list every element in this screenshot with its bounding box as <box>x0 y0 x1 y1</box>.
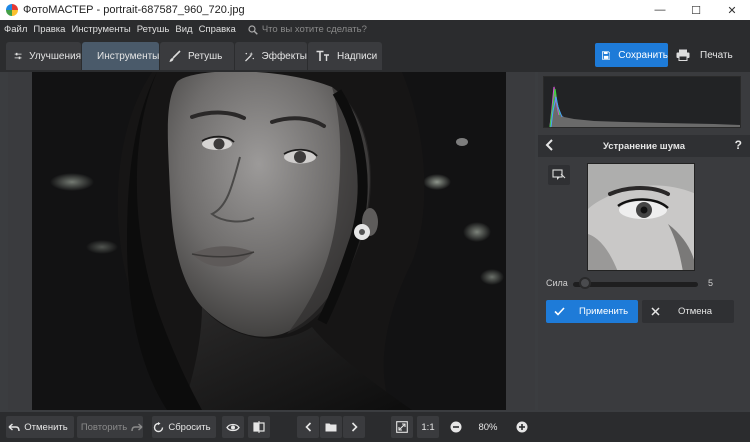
window-title: ФотоМАСТЕР - portrait-687587_960_720.jpg <box>23 4 245 16</box>
menu-edit[interactable]: Правка <box>33 24 65 35</box>
zoom-out-button[interactable] <box>445 416 467 438</box>
floppy-disk-icon <box>602 50 611 60</box>
noise-preview <box>587 163 695 271</box>
printer-icon <box>676 49 690 61</box>
histogram <box>543 76 741 128</box>
eye-icon <box>226 423 240 431</box>
tab-effects[interactable]: Эффекты <box>235 42 307 70</box>
preview-image <box>588 164 694 270</box>
split-view-icon <box>253 421 265 433</box>
chevron-right-icon <box>351 422 358 432</box>
brush-icon <box>169 49 181 62</box>
magic-wand-icon <box>245 51 255 61</box>
chevron-left-icon <box>304 422 311 432</box>
checkmark-icon <box>554 307 565 316</box>
print-button[interactable]: Печать <box>672 43 744 67</box>
redo-button[interactable]: Повторить <box>77 416 143 438</box>
tab-retouch[interactable]: Ретушь <box>160 42 234 70</box>
maximize-button[interactable]: ☐ <box>678 0 714 20</box>
panel-title: Устранение шума <box>602 140 686 152</box>
histogram-graph <box>549 85 740 128</box>
redo-label: Повторить <box>80 421 128 433</box>
tab-tools[interactable]: Инструменты <box>82 42 159 70</box>
portrait-image <box>32 72 506 410</box>
print-button-label: Печать <box>700 49 733 61</box>
photo-canvas[interactable] <box>32 72 506 410</box>
panel-header: Устранение шума ? <box>538 135 750 157</box>
tab-retouch-label: Ретушь <box>188 50 223 62</box>
minimize-button[interactable]: — <box>642 0 678 20</box>
help-button[interactable]: ? <box>735 138 742 152</box>
close-icon <box>651 307 660 316</box>
main-toolbar: Улучшения Инструменты Ретушь Эффекты Над… <box>0 39 750 72</box>
apply-button-label: Применить <box>579 306 629 317</box>
fit-to-screen-button[interactable] <box>391 416 413 438</box>
compare-button[interactable] <box>548 165 570 185</box>
menu-retouch[interactable]: Ретушь <box>137 24 170 35</box>
text-icon <box>316 50 329 61</box>
tab-enhancements[interactable]: Улучшения <box>6 42 81 70</box>
strength-slider-thumb[interactable] <box>578 277 591 289</box>
app-logo-icon <box>6 4 18 16</box>
undo-label: Отменить <box>24 421 68 433</box>
reset-label: Сбросить <box>168 421 211 433</box>
reset-icon <box>154 421 164 432</box>
tab-enhancements-label: Улучшения <box>29 50 81 62</box>
cancel-button-label: Отмена <box>678 306 713 317</box>
zoom-in-icon <box>516 421 528 433</box>
compare-icon <box>552 169 566 180</box>
menu-tools[interactable]: Инструменты <box>71 24 130 35</box>
cancel-button[interactable]: Отмена <box>642 300 734 323</box>
actual-size-label: 1:1 <box>421 421 435 433</box>
title-bar: ФотоМАСТЕР - portrait-687587_960_720.jpg… <box>0 0 750 20</box>
tab-effects-label: Эффекты <box>261 50 307 62</box>
tab-captions[interactable]: Надписи <box>308 42 382 70</box>
before-after-button[interactable] <box>248 416 270 438</box>
undo-arrow-icon <box>8 422 20 431</box>
strength-value: 5 <box>708 278 714 288</box>
open-folder-button[interactable] <box>320 416 342 438</box>
window-controls: — ☐ ✕ <box>642 0 750 20</box>
reset-button[interactable]: Сбросить <box>152 416 216 438</box>
menu-view[interactable]: Вид <box>175 24 192 35</box>
tab-tools-label: Инструменты <box>97 50 160 62</box>
tool-panel: Устранение шума ? Сила 5 Применить Отмен… <box>538 72 750 410</box>
close-button[interactable]: ✕ <box>714 0 750 20</box>
tab-captions-label: Надписи <box>337 50 378 62</box>
undo-button[interactable]: Отменить <box>6 416 74 438</box>
menu-file[interactable]: Файл <box>4 24 27 35</box>
search-placeholder: Что вы хотите сделать? <box>261 24 367 35</box>
search-icon <box>248 24 258 35</box>
bottom-bar: Отменить Повторить Сбросить 1:1 80% <box>0 412 750 442</box>
canvas-area[interactable] <box>8 72 535 410</box>
save-button-label: Сохранить <box>618 49 668 61</box>
command-search[interactable]: Что вы хотите сделать? <box>248 24 367 35</box>
apply-button[interactable]: Применить <box>546 300 638 323</box>
redo-arrow-icon <box>131 422 143 431</box>
actual-size-button[interactable]: 1:1 <box>417 416 439 438</box>
save-button[interactable]: Сохранить <box>595 43 668 67</box>
previous-image-button[interactable] <box>297 416 319 438</box>
strength-label: Сила <box>546 278 568 288</box>
zoom-in-button[interactable] <box>511 416 533 438</box>
menu-bar: Файл Правка Инструменты Ретушь Вид Справ… <box>0 20 750 39</box>
sliders-icon <box>14 52 22 60</box>
fit-screen-icon <box>396 421 408 433</box>
next-image-button[interactable] <box>343 416 365 438</box>
zoom-out-icon <box>450 421 462 433</box>
strength-slider[interactable] <box>573 282 698 287</box>
menu-help[interactable]: Справка <box>199 24 236 35</box>
zoom-level: 80% <box>478 421 498 433</box>
folder-icon <box>325 423 337 432</box>
preview-toggle-button[interactable] <box>222 416 244 438</box>
